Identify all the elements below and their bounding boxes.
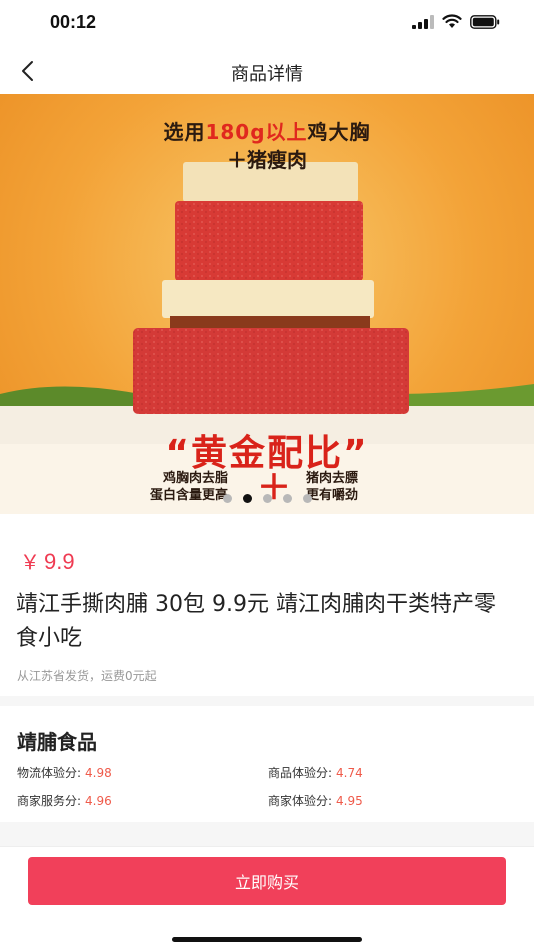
bottom-action-bar: 立即购买 xyxy=(0,846,534,950)
banner-note-left-1: 鸡胸肉去脂 xyxy=(163,471,229,486)
section-divider xyxy=(0,696,534,706)
currency-symbol: ￥ xyxy=(20,552,40,574)
buy-now-button[interactable]: 立即购买 xyxy=(28,857,506,905)
carousel-dot[interactable] xyxy=(242,494,252,503)
status-bar: 00:12 xyxy=(0,0,534,48)
section-divider xyxy=(0,822,534,846)
score-logistics: 物流体验分: 4.98 xyxy=(17,764,112,781)
carousel-dot[interactable] xyxy=(262,494,272,503)
carousel-dot[interactable] xyxy=(302,494,312,503)
status-time: 00:12 xyxy=(50,12,97,32)
banner-headline-pre: 选用 xyxy=(163,120,206,144)
score-product: 商品体验分: 4.74 xyxy=(268,764,363,781)
product-image-carousel[interactable]: 选用180g以上鸡大胸 ＋猪瘦肉 “黄金配比” 鸡胸肉去脂 蛋白含量更高 ＋ 猪… xyxy=(0,94,534,514)
shop-name[interactable]: 靖脯食品 xyxy=(17,726,97,755)
score-value: 4.98 xyxy=(85,766,112,780)
banner-headline-highlight: 180g以上 xyxy=(205,120,308,144)
carousel-indicator xyxy=(0,494,534,503)
score-value: 4.95 xyxy=(336,794,363,808)
carousel-dot[interactable] xyxy=(282,494,292,503)
price-value: 9.9 xyxy=(44,549,75,574)
banner-headline-post: 鸡大胸 xyxy=(307,120,371,144)
status-icons xyxy=(412,14,500,29)
banner-note-right-1: 猪肉去膘 xyxy=(306,471,359,486)
nav-bar: 商品详情 xyxy=(0,48,534,94)
home-indicator xyxy=(172,937,362,942)
score-label: 商家体验分: xyxy=(268,794,333,808)
battery-icon xyxy=(470,14,500,29)
page-title: 商品详情 xyxy=(231,64,303,85)
shipping-info: 从江苏省发货，运费0元起 xyxy=(17,669,157,683)
wifi-icon xyxy=(442,14,462,28)
score-service: 商家服务分: 4.96 xyxy=(17,792,112,809)
score-merchant: 商家体验分: 4.95 xyxy=(268,792,363,809)
score-label: 商家服务分: xyxy=(17,794,82,808)
score-label: 物流体验分: xyxy=(17,766,82,780)
product-price: ￥ 9.9 xyxy=(20,546,75,575)
signal-icon xyxy=(412,14,434,29)
banner-subheadline: ＋猪瘦肉 xyxy=(227,148,307,172)
score-label: 商品体验分: xyxy=(268,766,333,780)
score-value: 4.74 xyxy=(336,766,363,780)
product-title: 靖江手撕肉脯 30包 9.9元 靖江肉脯肉干类特产零食小吃 xyxy=(16,592,496,651)
carousel-dot[interactable] xyxy=(222,494,232,503)
score-value: 4.96 xyxy=(85,794,112,808)
banner-headline: 选用180g以上鸡大胸 xyxy=(0,116,534,145)
